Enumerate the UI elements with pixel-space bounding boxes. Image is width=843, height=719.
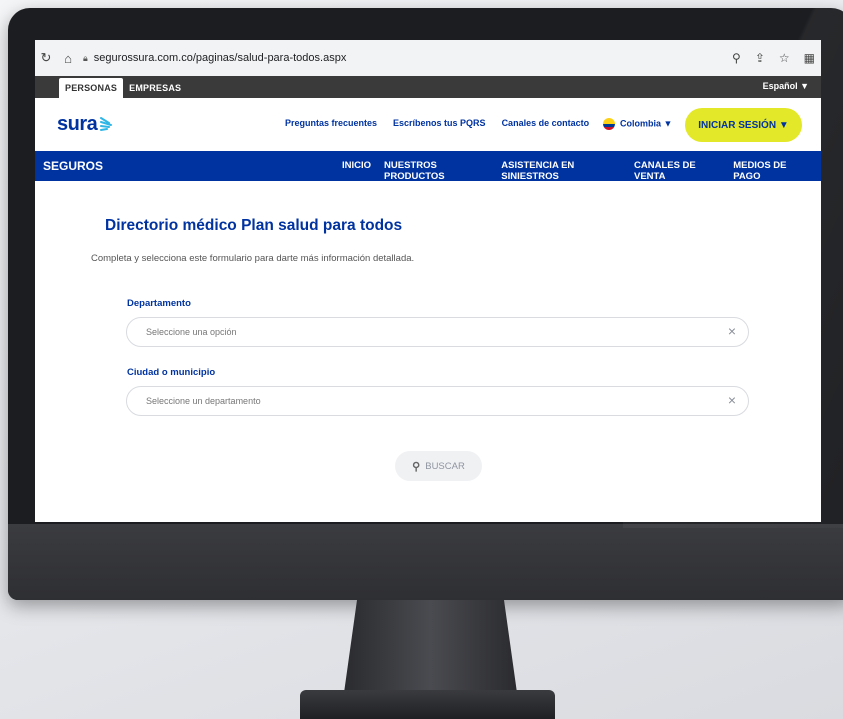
city-select[interactable]: Seleccione un departamento × [126,386,749,416]
main-nav: SEGUROS INICIO NUESTROS PRODUCTOS ASISTE… [35,151,821,182]
nav-brand-seguros[interactable]: SEGUROS [43,159,103,173]
browser-actions: ⚲ ⇪ ☆ ▦ [732,51,815,65]
sura-wing-icon [100,116,113,131]
department-label: Departamento [127,298,191,309]
share-icon[interactable]: ⇪ [755,51,765,65]
nav-item-inicio[interactable]: INICIO [342,160,371,182]
nav-item-asistencia[interactable]: ASISTENCIA EN SINIESTROS [501,160,621,182]
search-icon: ⚲ [412,460,421,473]
zoom-icon[interactable]: ⚲ [732,51,741,65]
site-header: sura Preguntas frecuentes Escríbenos tus… [35,98,821,151]
nav-item-medios-pago[interactable]: MEDIOS DE PAGO [733,160,808,182]
nav-items: INICIO NUESTROS PRODUCTOS ASISTENCIA EN … [342,160,821,182]
qr-code-icon[interactable]: ▦ [804,51,815,65]
sura-logo[interactable]: sura [57,113,115,136]
link-faq[interactable]: Preguntas frecuentes [285,118,377,128]
link-contact-channels[interactable]: Canales de contacto [502,118,590,128]
country-selector[interactable]: Colombia ▼ [603,118,672,130]
clear-department-icon[interactable]: × [728,323,736,339]
lock-icon: 🔒︎ [83,52,88,63]
browser-toolbar: ↻ ⌂ 🔒︎ segurossura.com.co/paginas/salud-… [35,40,821,76]
login-button[interactable]: INICIAR SESIÓN ▼ [685,108,802,142]
page-subtitle: Completa y selecciona este formulario pa… [91,253,415,264]
monitor-base [300,690,555,719]
home-icon[interactable]: ⌂ [57,51,79,66]
monitor-chin [8,524,843,600]
search-button-label: BUSCAR [425,460,465,472]
address-bar[interactable]: 🔒︎ segurossura.com.co/paginas/salud-para… [83,52,346,64]
logo-text: sura [57,113,98,135]
city-placeholder: Seleccione un departamento [146,396,261,406]
tab-personas[interactable]: PERSONAS [59,78,124,98]
department-select[interactable]: Seleccione una opción × [126,317,749,347]
page-title: Directorio médico Plan salud para todos [105,217,403,234]
city-label: Ciudad o municipio [127,367,216,378]
header-links: Preguntas frecuentes Escríbenos tus PQRS… [285,118,605,128]
reload-icon[interactable]: ↻ [35,50,57,66]
tab-empresas[interactable]: EMPRESAS [123,78,187,98]
monitor-stand [343,600,518,700]
department-placeholder: Seleccione una opción [146,327,237,337]
segment-bar: PERSONAS EMPRESAS Español ▼ [35,76,821,98]
language-selector[interactable]: Español ▼ [763,81,809,91]
clear-city-icon[interactable]: × [728,392,736,408]
nav-item-canales[interactable]: CANALES DE VENTA [634,160,720,182]
colombia-flag-icon [603,118,615,130]
link-pqrs[interactable]: Escríbenos tus PQRS [393,118,486,128]
search-button[interactable]: ⚲ BUSCAR [395,451,482,481]
bookmark-star-icon[interactable]: ☆ [779,51,790,65]
url-text: segurossura.com.co/paginas/salud-para-to… [93,52,347,64]
screen: ↻ ⌂ 🔒︎ segurossura.com.co/paginas/salud-… [35,40,821,522]
country-label: Colombia ▼ [620,118,673,129]
nav-item-productos[interactable]: NUESTROS PRODUCTOS [384,160,488,182]
